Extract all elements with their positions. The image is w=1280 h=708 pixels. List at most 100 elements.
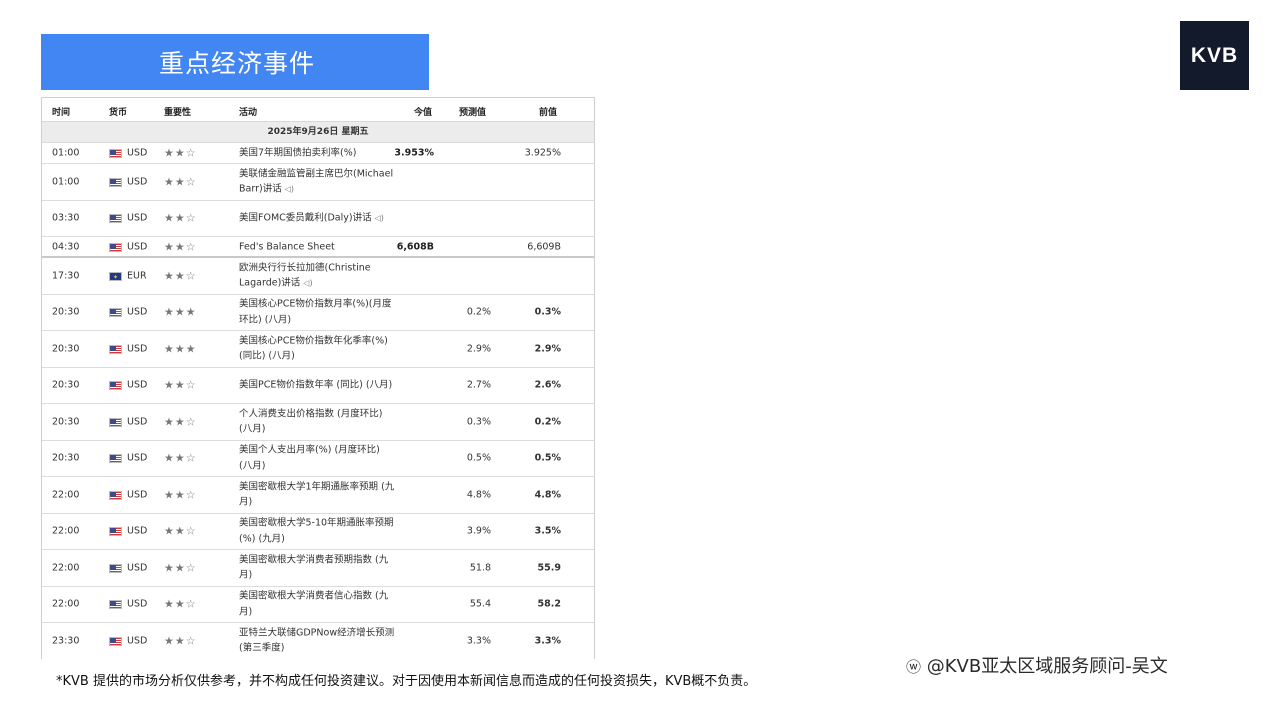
- row-previous: 0.2%: [534, 416, 561, 428]
- us-flag-icon: [109, 308, 122, 318]
- table-row: 01:00 USD ★★☆ 美联储金融监管副主席巴尔(Michael Barr)讲话 ◁…: [42, 164, 594, 201]
- table-row: 23:30 USD ★★☆ 亚特兰大联储GDPNow经济增长预测 (第三季度) 3.3%…: [42, 623, 594, 659]
- watermark-label: @KVB亚太区域服务顾问-吴文: [926, 656, 1168, 677]
- table-row: 20:30 USD ★★☆ 美国个人支出月率(%) (月度环比) (八月) 0.5% 0.…: [42, 441, 594, 477]
- importance-stars-icon: ★★☆: [164, 634, 197, 648]
- row-time: 22:00: [52, 525, 80, 537]
- row-forecast: 51.8: [469, 562, 491, 574]
- row-currency: USD: [127, 562, 148, 574]
- row-currency: USD: [127, 416, 148, 428]
- importance-stars-icon: ★★★: [164, 342, 197, 356]
- row-currency: USD: [127, 598, 148, 610]
- us-flag-icon: [109, 600, 122, 610]
- row-currency: USD: [127, 525, 148, 537]
- page-title-banner: 重点经济事件: [41, 34, 429, 90]
- row-time: 04:30: [52, 241, 80, 252]
- table-body: 01:00 USD ★★☆ 美国7年期国债拍卖利率(%) 3.953% 3.925% 01:…: [42, 143, 594, 659]
- row-time: 01:00: [52, 176, 80, 188]
- importance-stars-icon: ★★☆: [164, 488, 197, 502]
- row-event-label: 亚特兰大联储GDPNow经济增长预测 (第三季度): [239, 627, 395, 654]
- row-currency: USD: [127, 212, 148, 224]
- header-previous: 前值: [539, 108, 558, 118]
- us-flag-icon: [109, 636, 122, 646]
- row-time: 20:30: [52, 379, 80, 391]
- row-forecast: 55.4: [469, 598, 491, 610]
- row-currency: USD: [127, 379, 148, 391]
- row-currency: USD: [127, 147, 148, 159]
- row-time: 20:30: [52, 343, 80, 355]
- row-event-label: 美国密歇根大学消费者预期指数 (九月): [239, 554, 389, 581]
- watermark-text: ⓦ @KVB亚太区域服务顾问-吴文: [906, 652, 1270, 678]
- row-previous: 3.3%: [534, 635, 561, 647]
- row-forecast: 0.5%: [466, 452, 491, 464]
- table-row: 22:00 USD ★★☆ 美国密歇根大学消费者信心指数 (九月) 55.4 58.2: [42, 587, 594, 623]
- row-event: 美国密歇根大学消费者预期指数 (九月): [239, 552, 395, 583]
- importance-stars-icon: ★★☆: [164, 146, 197, 160]
- row-time: 20:30: [52, 416, 80, 428]
- row-time: 20:30: [52, 452, 80, 464]
- row-event-label: 美国密歇根大学5-10年期通胀率预期(%) (九月): [239, 517, 394, 545]
- kvb-logo: KVB: [1180, 21, 1249, 90]
- row-forecast: 0.2%: [466, 306, 491, 318]
- header-event: 活动: [239, 108, 258, 118]
- row-forecast: 4.8%: [466, 489, 491, 501]
- importance-stars-icon: ★★☆: [164, 269, 197, 283]
- row-currency: USD: [127, 176, 148, 188]
- row-forecast: 2.7%: [466, 379, 491, 391]
- importance-stars-icon: ★★☆: [164, 378, 197, 392]
- table-row: 20:30 USD ★★☆ 个人消费支出价格指数 (月度环比) (八月) 0.3% 0.2…: [42, 404, 594, 441]
- row-time: 23:30: [52, 635, 80, 647]
- row-currency: USD: [127, 452, 148, 464]
- row-currency: USD: [127, 343, 148, 355]
- header-importance: 重要性: [164, 108, 192, 118]
- table-row: 01:00 USD ★★☆ 美国7年期国债拍卖利率(%) 3.953% 3.925%: [42, 143, 594, 164]
- row-event-label: 个人消费支出价格指数 (月度环比) (八月): [239, 408, 383, 435]
- eu-flag-icon: ✦: [109, 271, 122, 281]
- importance-stars-icon: ★★☆: [164, 524, 197, 538]
- header-currency: 货币: [109, 108, 128, 118]
- row-event-label: 美国PCE物价指数年率 (同比) (八月): [239, 379, 393, 391]
- row-event: 美国7年期国债拍卖利率(%): [239, 145, 395, 161]
- row-event: 美国FOMC委员戴利(Daly)讲话 ◁): [239, 211, 395, 227]
- table-row: 04:30 USD ★★☆ Fed's Balance Sheet 6,608B 6,60…: [42, 237, 594, 258]
- table-row: 22:00 USD ★★☆ 美国密歇根大学消费者预期指数 (九月) 51.8 55.9: [42, 550, 594, 587]
- row-previous: 2.6%: [534, 379, 561, 391]
- header-actual: 今值: [414, 108, 433, 118]
- logo-text: KVB: [1190, 43, 1239, 67]
- header-time: 时间: [52, 108, 71, 118]
- row-event: 美国密歇根大学5-10年期通胀率预期(%) (九月): [239, 516, 395, 547]
- importance-stars-icon: ★★☆: [164, 240, 197, 253]
- table-row: 20:30 USD ★★★ 美国核心PCE物价指数年化季率(%) (同比) (八月) 2…: [42, 331, 594, 368]
- row-forecast: 3.9%: [466, 525, 491, 537]
- row-event-label: Fed's Balance Sheet: [239, 240, 335, 252]
- row-event-label: 美国核心PCE物价指数月率(%)(月度环比) (八月): [239, 298, 392, 326]
- row-currency: USD: [127, 306, 148, 318]
- row-time: 20:30: [52, 306, 80, 318]
- us-flag-icon: [109, 242, 122, 252]
- us-flag-icon: [109, 490, 122, 500]
- table-row: 17:30 ✦ EUR ★★☆ 欧洲央行行长拉加德(Christine Lagarde)…: [42, 258, 594, 295]
- row-previous: 3.5%: [534, 525, 561, 537]
- row-previous: 0.5%: [534, 452, 561, 464]
- us-flag-icon: [109, 177, 122, 187]
- row-event-label: 美国个人支出月率(%) (月度环比) (八月): [239, 444, 380, 472]
- row-previous: 4.8%: [534, 489, 561, 501]
- row-event: 个人消费支出价格指数 (月度环比) (八月): [239, 406, 395, 437]
- row-event-label: 美国核心PCE物价指数年化季率(%) (同比) (八月): [239, 335, 388, 362]
- row-forecast: 2.9%: [466, 343, 491, 355]
- row-event: 美国核心PCE物价指数年化季率(%) (同比) (八月): [239, 333, 395, 364]
- disclaimer-text: *KVB 提供的市场分析仅供参考，并不构成任何投资建议。对于因使用本新闻信息而造…: [56, 674, 757, 689]
- importance-stars-icon: ★★☆: [164, 415, 197, 429]
- row-currency: EUR: [127, 270, 147, 282]
- row-event: 美国密歇根大学消费者信心指数 (九月): [239, 589, 395, 620]
- importance-stars-icon: ★★☆: [164, 175, 197, 189]
- row-previous: 3.925%: [524, 147, 561, 159]
- importance-stars-icon: ★★☆: [164, 451, 197, 465]
- row-event: Fed's Balance Sheet: [239, 239, 395, 255]
- speaker-icon: ◁): [284, 184, 294, 194]
- row-event: 亚特兰大联储GDPNow经济增长预测 (第三季度): [239, 625, 395, 656]
- row-event: 美联储金融监管副主席巴尔(Michael Barr)讲话 ◁): [239, 166, 395, 197]
- row-previous: 0.3%: [534, 306, 561, 318]
- table-row: 22:00 USD ★★☆ 美国密歇根大学1年期通胀率预期 (九月) 4.8% 4.8%: [42, 477, 594, 514]
- row-time: 22:00: [52, 489, 80, 501]
